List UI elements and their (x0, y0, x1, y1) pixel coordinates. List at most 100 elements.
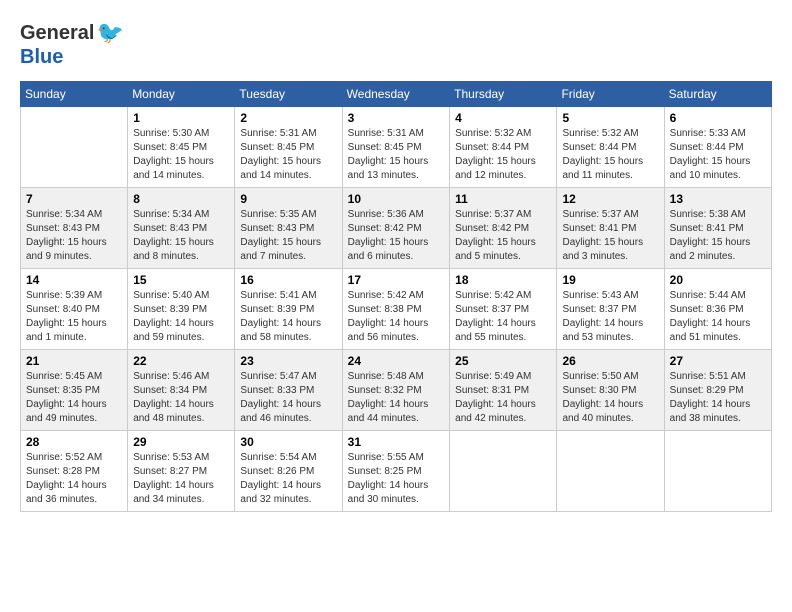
day-info: Sunrise: 5:50 AMSunset: 8:30 PMDaylight:… (562, 370, 658, 426)
weekday-friday: Friday (557, 82, 664, 107)
day-info: Sunrise: 5:37 AMSunset: 8:41 PMDaylight:… (562, 208, 658, 264)
day-info: Sunrise: 5:36 AMSunset: 8:42 PMDaylight:… (348, 208, 445, 264)
calendar-cell (557, 431, 664, 512)
day-number: 31 (348, 435, 445, 449)
calendar-cell: 10 Sunrise: 5:36 AMSunset: 8:42 PMDayligh… (342, 188, 450, 269)
day-number: 4 (455, 111, 551, 125)
day-number: 19 (562, 273, 658, 287)
day-number: 27 (670, 354, 766, 368)
weekday-sunday: Sunday (21, 82, 128, 107)
logo: General 🐦 Blue (20, 20, 124, 69)
day-info: Sunrise: 5:37 AMSunset: 8:42 PMDaylight:… (455, 208, 551, 264)
day-info: Sunrise: 5:44 AMSunset: 8:36 PMDaylight:… (670, 289, 766, 345)
day-info: Sunrise: 5:42 AMSunset: 8:38 PMDaylight:… (348, 289, 445, 345)
calendar-cell (450, 431, 557, 512)
calendar-cell: 12 Sunrise: 5:37 AMSunset: 8:41 PMDayligh… (557, 188, 664, 269)
week-row-3: 14 Sunrise: 5:39 AMSunset: 8:40 PMDayligh… (21, 269, 772, 350)
calendar: SundayMondayTuesdayWednesdayThursdayFrid… (20, 81, 772, 512)
day-number: 22 (133, 354, 229, 368)
day-number: 2 (240, 111, 336, 125)
header: General 🐦 Blue (20, 20, 772, 69)
calendar-cell: 29 Sunrise: 5:53 AMSunset: 8:27 PMDayligh… (128, 431, 235, 512)
day-number: 29 (133, 435, 229, 449)
day-number: 12 (562, 192, 658, 206)
day-info: Sunrise: 5:32 AMSunset: 8:44 PMDaylight:… (562, 127, 658, 183)
calendar-cell: 21 Sunrise: 5:45 AMSunset: 8:35 PMDayligh… (21, 350, 128, 431)
day-info: Sunrise: 5:38 AMSunset: 8:41 PMDaylight:… (670, 208, 766, 264)
day-info: Sunrise: 5:48 AMSunset: 8:32 PMDaylight:… (348, 370, 445, 426)
calendar-cell: 9Sunrise: 5:35 AMSunset: 8:43 PMDaylight… (235, 188, 342, 269)
day-info: Sunrise: 5:46 AMSunset: 8:34 PMDaylight:… (133, 370, 229, 426)
calendar-cell: 17 Sunrise: 5:42 AMSunset: 8:38 PMDayligh… (342, 269, 450, 350)
calendar-cell: 4Sunrise: 5:32 AMSunset: 8:44 PMDaylight… (450, 107, 557, 188)
calendar-cell: 15Sunrise: 5:40 AMSunset: 8:39 PMDayligh… (128, 269, 235, 350)
calendar-cell: 30 Sunrise: 5:54 AMSunset: 8:26 PMDayligh… (235, 431, 342, 512)
calendar-cell: 8 Sunrise: 5:34 AMSunset: 8:43 PMDaylight… (128, 188, 235, 269)
day-info: Sunrise: 5:34 AMSunset: 8:43 PMDaylight:… (26, 208, 122, 264)
day-number: 6 (670, 111, 766, 125)
calendar-cell: 18Sunrise: 5:42 AMSunset: 8:37 PMDayligh… (450, 269, 557, 350)
logo-blue-text: Blue (20, 46, 63, 69)
calendar-cell: 1Sunrise: 5:30 AMSunset: 8:45 PMDaylight… (128, 107, 235, 188)
calendar-cell: 14 Sunrise: 5:39 AMSunset: 8:40 PMDayligh… (21, 269, 128, 350)
calendar-cell: 23 Sunrise: 5:47 AMSunset: 8:33 PMDayligh… (235, 350, 342, 431)
day-info: Sunrise: 5:53 AMSunset: 8:27 PMDaylight:… (133, 451, 229, 507)
day-number: 21 (26, 354, 122, 368)
day-number: 5 (562, 111, 658, 125)
day-info: Sunrise: 5:51 AMSunset: 8:29 PMDaylight:… (670, 370, 766, 426)
day-info: Sunrise: 5:55 AMSunset: 8:25 PMDaylight:… (348, 451, 445, 507)
calendar-cell: 20Sunrise: 5:44 AMSunset: 8:36 PMDayligh… (664, 269, 771, 350)
day-number: 28 (26, 435, 122, 449)
calendar-cell: 6 Sunrise: 5:33 AMSunset: 8:44 PMDaylight… (664, 107, 771, 188)
day-info: Sunrise: 5:30 AMSunset: 8:45 PMDaylight:… (133, 127, 229, 183)
day-info: Sunrise: 5:49 AMSunset: 8:31 PMDaylight:… (455, 370, 551, 426)
day-number: 10 (348, 192, 445, 206)
calendar-cell: 2 Sunrise: 5:31 AMSunset: 8:45 PMDaylight… (235, 107, 342, 188)
day-info: Sunrise: 5:33 AMSunset: 8:44 PMDaylight:… (670, 127, 766, 183)
calendar-cell: 27 Sunrise: 5:51 AMSunset: 8:29 PMDayligh… (664, 350, 771, 431)
calendar-cell: 16Sunrise: 5:41 AMSunset: 8:39 PMDayligh… (235, 269, 342, 350)
day-info: Sunrise: 5:42 AMSunset: 8:37 PMDaylight:… (455, 289, 551, 345)
calendar-cell: 26Sunrise: 5:50 AMSunset: 8:30 PMDayligh… (557, 350, 664, 431)
weekday-wednesday: Wednesday (342, 82, 450, 107)
day-number: 3 (348, 111, 445, 125)
day-number: 7 (26, 192, 122, 206)
weekday-tuesday: Tuesday (235, 82, 342, 107)
day-number: 16 (240, 273, 336, 287)
day-number: 11 (455, 192, 551, 206)
day-number: 17 (348, 273, 445, 287)
day-info: Sunrise: 5:31 AMSunset: 8:45 PMDaylight:… (240, 127, 336, 183)
day-number: 23 (240, 354, 336, 368)
day-info: Sunrise: 5:45 AMSunset: 8:35 PMDaylight:… (26, 370, 122, 426)
calendar-cell: 7 Sunrise: 5:34 AMSunset: 8:43 PMDaylight… (21, 188, 128, 269)
calendar-cell: 13 Sunrise: 5:38 AMSunset: 8:41 PMDayligh… (664, 188, 771, 269)
calendar-cell: 11 Sunrise: 5:37 AMSunset: 8:42 PMDayligh… (450, 188, 557, 269)
calendar-cell: 28Sunrise: 5:52 AMSunset: 8:28 PMDayligh… (21, 431, 128, 512)
day-info: Sunrise: 5:39 AMSunset: 8:40 PMDaylight:… (26, 289, 122, 345)
day-number: 30 (240, 435, 336, 449)
day-info: Sunrise: 5:40 AMSunset: 8:39 PMDaylight:… (133, 289, 229, 345)
calendar-cell (21, 107, 128, 188)
week-row-1: 1Sunrise: 5:30 AMSunset: 8:45 PMDaylight… (21, 107, 772, 188)
day-info: Sunrise: 5:31 AMSunset: 8:45 PMDaylight:… (348, 127, 445, 183)
logo-general-text: General (20, 22, 94, 45)
week-row-5: 28Sunrise: 5:52 AMSunset: 8:28 PMDayligh… (21, 431, 772, 512)
day-number: 14 (26, 273, 122, 287)
day-number: 13 (670, 192, 766, 206)
calendar-cell: 5 Sunrise: 5:32 AMSunset: 8:44 PMDaylight… (557, 107, 664, 188)
day-info: Sunrise: 5:34 AMSunset: 8:43 PMDaylight:… (133, 208, 229, 264)
day-number: 8 (133, 192, 229, 206)
calendar-cell: 31 Sunrise: 5:55 AMSunset: 8:25 PMDayligh… (342, 431, 450, 512)
week-row-4: 21 Sunrise: 5:45 AMSunset: 8:35 PMDayligh… (21, 350, 772, 431)
day-info: Sunrise: 5:54 AMSunset: 8:26 PMDaylight:… (240, 451, 336, 507)
day-info: Sunrise: 5:43 AMSunset: 8:37 PMDaylight:… (562, 289, 658, 345)
calendar-cell: 25Sunrise: 5:49 AMSunset: 8:31 PMDayligh… (450, 350, 557, 431)
logo-bird-icon: 🐦 (96, 20, 123, 46)
calendar-cell (664, 431, 771, 512)
calendar-cell: 19 Sunrise: 5:43 AMSunset: 8:37 PMDayligh… (557, 269, 664, 350)
calendar-cell: 22 Sunrise: 5:46 AMSunset: 8:34 PMDayligh… (128, 350, 235, 431)
day-info: Sunrise: 5:47 AMSunset: 8:33 PMDaylight:… (240, 370, 336, 426)
page: General 🐦 Blue SundayMondayTuesdayWednes… (0, 0, 792, 612)
day-number: 24 (348, 354, 445, 368)
weekday-saturday: Saturday (664, 82, 771, 107)
